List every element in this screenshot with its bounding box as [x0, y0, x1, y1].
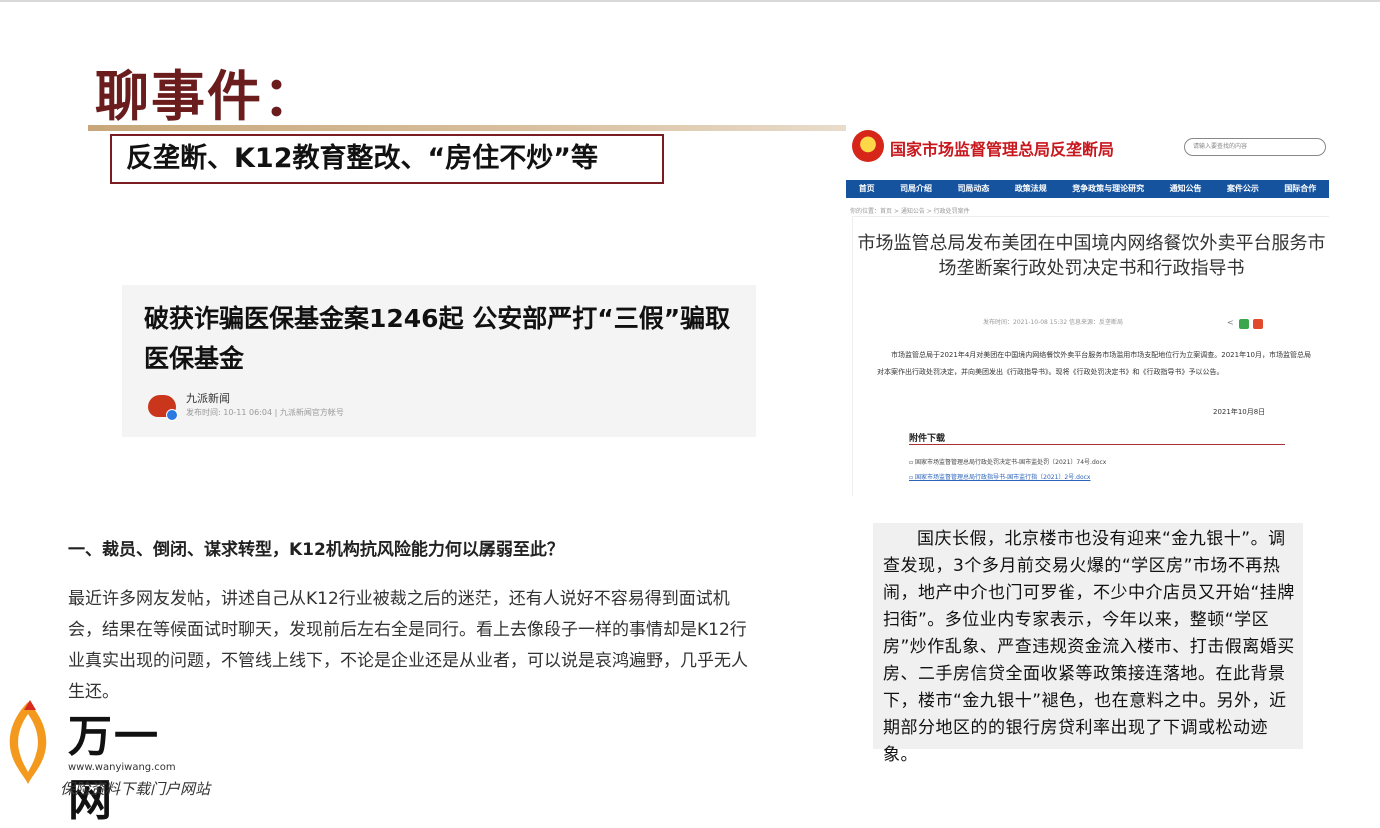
housing-passage-text: 国庆长假，北京楼市也没有迎来“金九银十”。调查发现，3个多月前交易火爆的“学区房…	[883, 529, 1295, 765]
gov-article: 市场监管总局发布美团在中国境内网络餐饮外卖平台服务市场垄断案行政处罚决定书和行政…	[852, 216, 1329, 496]
verified-icon	[166, 409, 178, 421]
gov-nav-international[interactable]: 国际合作	[1272, 180, 1329, 198]
attachments-heading: 附件下载	[909, 434, 946, 444]
wechat-icon[interactable]	[1239, 319, 1249, 329]
breadcrumb: 你的位置：首页 > 通知公告 > 行政处罚案件	[850, 208, 970, 215]
gov-article-signature-date: 2021年10月8日	[1213, 408, 1266, 416]
gov-site-name: 国家市场监督管理总局反垄断局	[890, 140, 1115, 159]
gov-nav-notices[interactable]: 通知公告	[1157, 180, 1214, 198]
title-underline	[88, 125, 846, 131]
gov-nav-policy[interactable]: 政策法规	[1002, 180, 1059, 198]
share-icon[interactable]: <	[1227, 318, 1234, 327]
k12-heading: 一、裁员、倒闭、谋求转型，K12机构抗风险能力何以孱弱至此？	[68, 540, 564, 560]
news-card: 破获诈骗医保基金案1246起 公安部严打“三假”骗取医保基金 九派新闻 发布时间…	[122, 285, 756, 437]
attachment-link[interactable]: ▫ 国家市场监督管理总局行政指导书-国市监行指〔2021〕2号.docx	[909, 472, 1090, 481]
top-divider	[0, 0, 1380, 2]
gov-nav-research[interactable]: 竞争政策与理论研究	[1060, 180, 1157, 198]
gov-nav-news[interactable]: 司局动态	[945, 180, 1002, 198]
attachments-divider	[909, 444, 1285, 445]
national-emblem-icon	[852, 130, 884, 162]
gov-article-lead: 市场监管总局于2021年4月对美团在中国境内网络餐饮外卖平台服务市场滥用市场支配…	[877, 351, 1311, 376]
watermark-slogan: 保险资料下载门户网站	[60, 780, 211, 798]
slide-title: 聊事件：	[95, 65, 319, 128]
housing-passage: 国庆长假，北京楼市也没有迎来“金九银十”。调查发现，3个多月前交易火爆的“学区房…	[873, 523, 1303, 765]
news-source-avatar	[148, 395, 178, 421]
attachment-link-label: 国家市场监督管理总局行政处罚决定书-国市监处罚〔2021〕74号.docx	[914, 459, 1107, 466]
watermark-url: www.wanyiwang.com	[68, 762, 176, 773]
news-meta: 发布时间: 10-11 06:04 | 九派新闻官方帐号	[186, 408, 344, 417]
weibo-icon[interactable]	[1253, 319, 1263, 329]
gov-nav-cases[interactable]: 案件公示	[1214, 180, 1271, 198]
gov-nav-about[interactable]: 司局介绍	[887, 180, 944, 198]
attachment-link-label: 国家市场监督管理总局行政指导书-国市监行指〔2021〕2号.docx	[914, 474, 1091, 481]
share-buttons: <	[1227, 318, 1273, 329]
gov-site-screenshot: 国家市场监督管理总局反垄断局 请输入要查找的内容 首页 司局介绍 司局动态 政策…	[846, 126, 1329, 496]
news-source: 九派新闻	[186, 392, 230, 405]
gov-nav-bar: 首页 司局介绍 司局动态 政策法规 竞争政策与理论研究 通知公告 案件公示 国际…	[846, 180, 1329, 198]
watermark-logo: 万一网 www.wanyiwang.com 保险资料下载门户网站	[4, 688, 210, 826]
slide-subtitle: 反垄断、K12教育整改、“房住不炒”等	[110, 134, 664, 184]
attachment-link[interactable]: ▫ 国家市场监督管理总局行政处罚决定书-国市监处罚〔2021〕74号.docx	[909, 457, 1106, 466]
gov-search-input[interactable]: 请输入要查找的内容	[1184, 138, 1326, 156]
news-headline: 破获诈骗医保基金案1246起 公安部严打“三假”骗取医保基金	[144, 304, 731, 373]
brand-heart-icon	[9, 700, 47, 784]
gov-article-title: 市场监管总局发布美团在中国境内网络餐饮外卖平台服务市场垄断案行政处罚决定书和行政…	[857, 233, 1326, 279]
gov-nav-home[interactable]: 首页	[846, 180, 887, 198]
gov-article-date: 发布时间：2021-10-08 15:32 信息来源：反垄断局	[983, 319, 1123, 326]
